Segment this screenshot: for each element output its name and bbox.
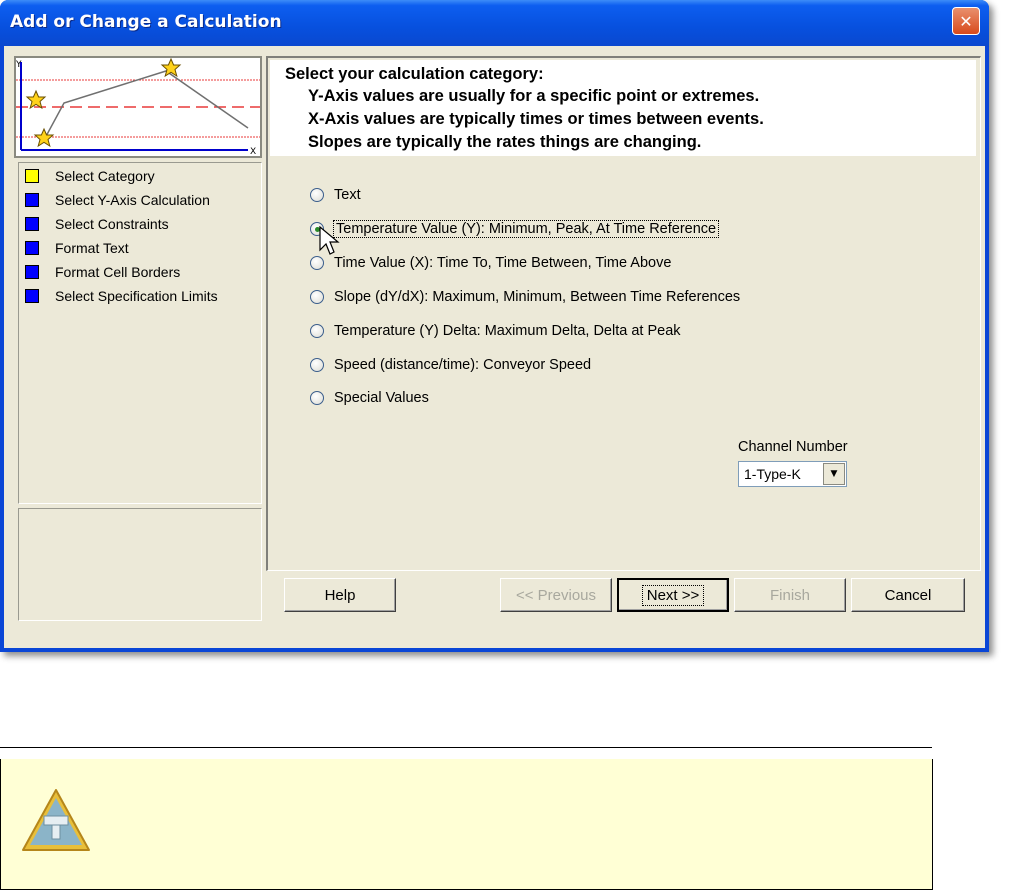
warning-triangle-icon: [22, 789, 90, 851]
option-special-values[interactable]: Special Values: [310, 388, 429, 408]
previous-button-label: << Previous: [515, 586, 597, 604]
instructions-line: X-Axis values are typically times or tim…: [308, 110, 764, 128]
previous-button[interactable]: << Previous: [500, 578, 612, 612]
option-slope[interactable]: Slope (dY/dX): Maximum, Minimum, Between…: [310, 287, 740, 307]
step-indicator: [25, 241, 39, 255]
note-box: [0, 759, 933, 890]
step-select-y-axis-calculation: Select Y-Axis Calculation: [25, 189, 210, 211]
step-indicator: [25, 193, 39, 207]
close-icon: ✕: [959, 11, 973, 31]
help-button[interactable]: Help: [284, 578, 396, 612]
step-indicator: [25, 217, 39, 231]
profile-curve: [43, 70, 249, 141]
option-label: Speed (distance/time): Conveyor Speed: [334, 357, 592, 373]
step-indicator: [25, 289, 39, 303]
preview-panel: [18, 508, 262, 621]
step-label: Select Category: [55, 168, 155, 184]
title-bar[interactable]: Add or Change a Calculation ✕: [0, 0, 989, 46]
option-label: Special Values: [334, 390, 429, 406]
profile-graph: Y X: [15, 57, 260, 157]
step-indicator: [25, 265, 39, 279]
next-button-label: Next >>: [641, 584, 705, 606]
note-top-rule: [0, 747, 932, 748]
y-axis-label: Y: [16, 60, 22, 70]
cancel-button-label: Cancel: [884, 586, 932, 604]
button-bar: Help << Previous Next >> Finish Cancel: [266, 570, 978, 626]
x-axis-label: X: [250, 147, 256, 156]
star-marker: [33, 127, 55, 148]
star-marker: [25, 89, 47, 110]
radio-button[interactable]: [310, 188, 324, 202]
close-button[interactable]: ✕: [952, 7, 980, 35]
step-label: Format Cell Borders: [55, 264, 181, 280]
next-button[interactable]: Next >>: [617, 578, 729, 612]
channel-number-value: 1-Type-K: [744, 466, 801, 482]
category-panel: Select your calculation category: Y-Axis…: [266, 56, 981, 571]
help-button-label: Help: [324, 586, 356, 604]
channel-number-label: Channel Number: [738, 439, 848, 455]
instructions-line: Y-Axis values are usually for a specific…: [308, 87, 760, 105]
window-title: Add or Change a Calculation: [10, 12, 282, 32]
option-label: Slope (dY/dX): Maximum, Minimum, Between…: [334, 289, 741, 305]
instructions-line: Slopes are typically the rates things ar…: [308, 133, 702, 151]
radio-button[interactable]: [310, 358, 324, 372]
step-indicator-current: [25, 169, 39, 183]
finish-button[interactable]: Finish: [734, 578, 846, 612]
instructions-box: Select your calculation category: Y-Axis…: [270, 60, 976, 156]
step-label: Select Specification Limits: [55, 288, 218, 304]
finish-button-label: Finish: [769, 586, 810, 604]
option-label: Text: [334, 187, 361, 203]
step-select-category: Select Category: [25, 165, 155, 187]
step-label: Select Constraints: [55, 216, 169, 232]
option-text[interactable]: Text: [310, 185, 361, 205]
chevron-down-icon[interactable]: ▼: [823, 463, 845, 485]
option-label: Temperature Value (Y): Minimum, Peak, At…: [332, 220, 720, 238]
option-label: Temperature (Y) Delta: Maximum Delta, De…: [334, 323, 681, 339]
wizard-steps-list: Select Category Select Y-Axis Calculatio…: [18, 162, 262, 504]
channel-number-select[interactable]: 1-Type-K ▼: [738, 461, 847, 487]
step-label: Format Text: [55, 240, 129, 256]
option-speed[interactable]: Speed (distance/time): Conveyor Speed: [310, 355, 591, 375]
dialog-client-area: Y X Select Category Select Y-Axis Calcul…: [4, 46, 985, 648]
step-format-text: Format Text: [25, 237, 129, 259]
step-label: Select Y-Axis Calculation: [55, 192, 210, 208]
radio-button[interactable]: [310, 391, 324, 405]
option-temperature-value[interactable]: Temperature Value (Y): Minimum, Peak, At…: [310, 219, 720, 239]
star-marker: [160, 57, 182, 78]
dialog-window: Add or Change a Calculation ✕ Y X Select…: [0, 0, 989, 652]
step-format-cell-borders: Format Cell Borders: [25, 261, 180, 283]
step-select-constraints: Select Constraints: [25, 213, 169, 235]
instructions-heading: Select your calculation category:: [285, 65, 544, 83]
radio-button[interactable]: [310, 324, 324, 338]
radio-button[interactable]: [310, 290, 324, 304]
option-label: Time Value (X): Time To, Time Between, T…: [334, 255, 672, 271]
step-select-specification-limits: Select Specification Limits: [25, 285, 218, 307]
option-temperature-delta[interactable]: Temperature (Y) Delta: Maximum Delta, De…: [310, 321, 681, 341]
cancel-button[interactable]: Cancel: [851, 578, 965, 612]
profile-graph-thumbnail: Y X: [14, 56, 262, 158]
mouse-pointer-icon: [319, 226, 340, 255]
option-time-value[interactable]: Time Value (X): Time To, Time Between, T…: [310, 253, 671, 273]
